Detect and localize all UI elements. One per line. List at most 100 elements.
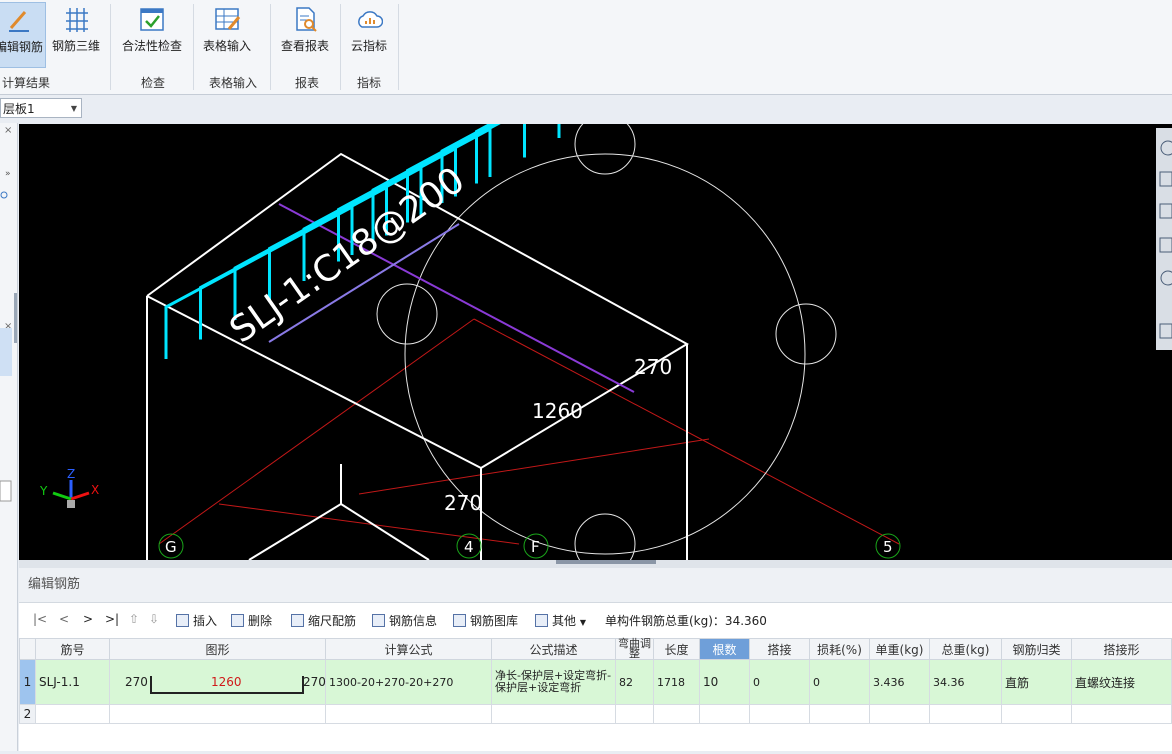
move-down-icon[interactable]: ⇩ — [149, 612, 159, 626]
move-up-icon[interactable]: ⇧ — [129, 612, 139, 626]
rebar-info-button[interactable]: 钢筋信息 — [372, 612, 437, 629]
cell-unit-weight[interactable] — [869, 704, 930, 724]
cell-name[interactable] — [35, 704, 110, 724]
row-number[interactable]: 2 — [19, 704, 36, 724]
rebar-library-button[interactable]: 钢筋图库 — [453, 612, 518, 629]
pencil-icon — [5, 6, 33, 34]
table-row[interactable]: 2 — [19, 704, 1172, 724]
panel-splitter[interactable] — [19, 560, 1172, 568]
rebar-3d-button[interactable]: 钢筋三维 — [48, 2, 104, 66]
row-number[interactable]: 1 — [19, 659, 36, 705]
cell-lap-type[interactable]: 直螺纹连接 — [1071, 659, 1172, 705]
cell-lap[interactable]: 0 — [749, 659, 810, 705]
cell-length[interactable] — [653, 704, 700, 724]
cell-total-weight[interactable]: 34.36 — [929, 659, 1002, 705]
cell-name[interactable]: SLJ-1.1 — [35, 659, 110, 705]
group-label-report: 报表 — [294, 76, 319, 90]
table-input-icon — [213, 5, 241, 33]
close-icon[interactable]: × — [4, 125, 12, 136]
nav-first-button[interactable]: |< — [33, 612, 47, 626]
axis-bubble-g: G — [165, 538, 177, 556]
check-icon — [138, 5, 166, 33]
group-label-table-input: 表格输入 — [208, 76, 257, 90]
ribbon-separator — [110, 4, 111, 90]
ribbon-separator — [398, 4, 399, 90]
cell-category[interactable]: 直筋 — [1001, 659, 1072, 705]
orbit-icon[interactable] — [1160, 140, 1172, 156]
floor-select-value: 层板1 — [3, 102, 35, 116]
cell-category[interactable] — [1001, 704, 1072, 724]
table-row[interactable]: 1 SLJ-1.1 270 1260 270 1300-20+270-20+27… — [19, 659, 1172, 705]
floor-select[interactable]: 层板1 ▼ — [0, 98, 82, 118]
panel-resize-handle[interactable] — [14, 293, 17, 343]
view-side-icon[interactable] — [1159, 237, 1172, 253]
col-header[interactable]: 总重(kg) — [929, 638, 1002, 660]
group-label-results: 计算结果 — [1, 76, 50, 90]
cell-length[interactable]: 1718 — [653, 659, 700, 705]
delete-button[interactable]: 删除 — [231, 612, 272, 629]
report-icon — [291, 5, 319, 33]
input-box[interactable] — [0, 480, 12, 502]
col-header[interactable]: 图形 — [109, 638, 326, 660]
chevron-down-icon: ▼ — [70, 104, 77, 113]
rebar-library-label: 钢筋图库 — [470, 614, 519, 628]
dropdown-bar: 层板1 ▼ — [0, 95, 1172, 123]
cell-lap-type[interactable] — [1071, 704, 1172, 724]
col-header[interactable]: 长度 — [653, 638, 700, 660]
splitter-grip[interactable] — [556, 560, 656, 564]
col-header[interactable]: 计算公式 — [325, 638, 492, 660]
cloud-index-button[interactable]: 云指标 — [344, 2, 394, 66]
cell-shape[interactable]: 270 1260 270 — [109, 659, 326, 705]
col-header[interactable]: 钢筋归类 — [1001, 638, 1072, 660]
expand-icon[interactable]: » — [5, 169, 11, 179]
rebar-3d-view: SLJ-1:C18@200 270 1260 270 G 4 F 5 Z X Y — [39, 124, 901, 560]
cell-unit-weight[interactable]: 3.436 — [869, 659, 930, 705]
rotate-icon[interactable] — [1160, 270, 1172, 286]
validity-check-button[interactable]: 合法性检查 — [116, 2, 188, 66]
nav-last-button[interactable]: >| — [105, 612, 119, 626]
col-header[interactable]: 公式描述 — [491, 638, 616, 660]
cell-shape[interactable] — [109, 704, 326, 724]
nav-prev-button[interactable]: < — [59, 612, 69, 626]
col-header[interactable]: 搭接 — [749, 638, 810, 660]
drawing-canvas[interactable]: SLJ-1:C18@200 270 1260 270 G 4 F 5 Z X Y — [19, 124, 1172, 560]
other-menu-button[interactable]: 其他 ▼ — [535, 612, 586, 629]
scale-rebar-button[interactable]: 缩尺配筋 — [291, 612, 356, 629]
cell-loss[interactable] — [809, 704, 870, 724]
edit-rebar-button[interactable]: 编辑钢筋 — [0, 2, 46, 68]
cell-total-weight[interactable] — [929, 704, 1002, 724]
insert-label: 插入 — [193, 614, 218, 628]
col-header[interactable]: 筋号 — [35, 638, 110, 660]
view-report-button[interactable]: 查看报表 — [276, 2, 334, 66]
search-icon[interactable] — [0, 191, 8, 199]
tree-item-selected[interactable] — [0, 328, 12, 376]
col-header-active[interactable]: 根数 — [699, 638, 750, 660]
col-header[interactable]: 损耗(%) — [809, 638, 870, 660]
cell-count[interactable]: 10 — [699, 659, 750, 705]
view-top-icon[interactable] — [1159, 203, 1172, 219]
cell-description[interactable]: 净长-保护层+设定弯折-保护层+设定弯折 — [491, 659, 616, 705]
cell-bend[interactable]: 82 — [615, 659, 654, 705]
cloud-icon — [355, 5, 384, 33]
rebar-3d-label: 钢筋三维 — [51, 39, 100, 53]
cell-description[interactable] — [491, 704, 616, 724]
axis-bubble-f: F — [531, 538, 540, 556]
insert-button[interactable]: 插入 — [176, 612, 217, 629]
col-header[interactable]: 搭接形 — [1071, 638, 1172, 660]
col-header[interactable]: 单重(kg) — [869, 638, 930, 660]
view-front-icon[interactable] — [1159, 171, 1172, 187]
cell-count[interactable] — [699, 704, 750, 724]
axis-triad-icon: Z X Y — [39, 467, 99, 508]
cell-formula[interactable] — [325, 704, 492, 724]
cell-loss[interactable]: 0 — [809, 659, 870, 705]
view-grid-icon[interactable] — [1159, 323, 1172, 339]
table-header-row: 筋号 图形 计算公式 公式描述 弯曲调整 长度 根数 搭接 损耗(%) 单重(k… — [19, 638, 1172, 660]
nav-next-button[interactable]: > — [83, 612, 93, 626]
rebar-bar — [475, 124, 494, 184]
cell-bend[interactable] — [615, 704, 654, 724]
cell-formula[interactable]: 1300-20+270-20+270 — [325, 659, 492, 705]
col-header[interactable]: 弯曲调整 — [615, 638, 654, 660]
edit-rebar-panel: 编辑钢筋 |< < > >| ⇧ ⇩ 插入 删除 缩尺配筋 钢筋信息 钢筋图库 … — [19, 568, 1172, 751]
cell-lap[interactable] — [749, 704, 810, 724]
table-input-button[interactable]: 表格输入 — [198, 2, 256, 66]
